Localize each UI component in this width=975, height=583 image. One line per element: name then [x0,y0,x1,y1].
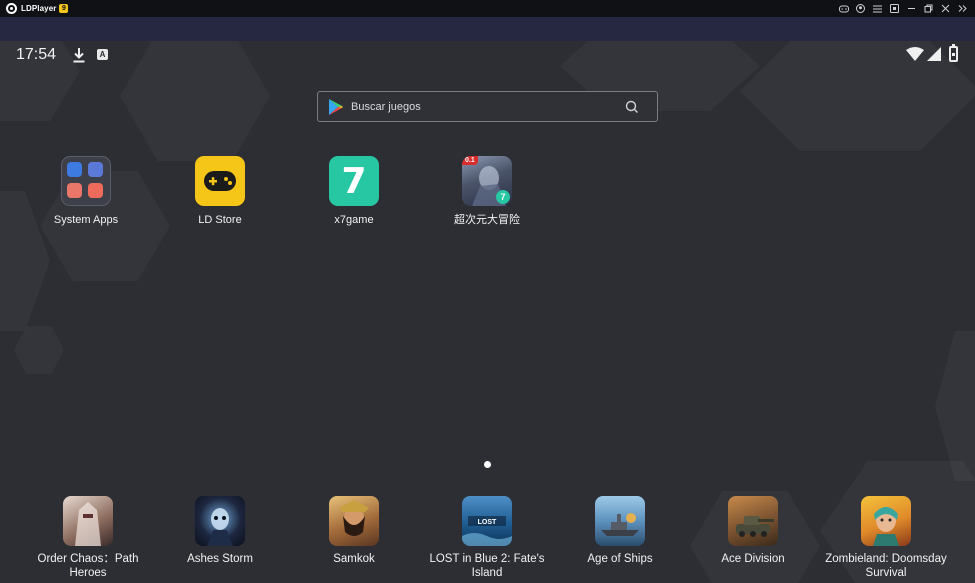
play-store-icon [329,98,343,115]
dock-app-ace-division[interactable]: Ace Division [688,496,818,566]
app-label: x7game [334,214,374,226]
label-line1: Age of Ships [587,553,653,565]
ashes-storm-icon [195,496,245,546]
label-line2: Survival [865,567,907,579]
dock-app-ashes-storm[interactable]: Ashes Storm [155,496,285,566]
wifi-icon [906,47,924,61]
version-badge: 9 [59,4,69,13]
background-hexagon [14,326,64,374]
menu-icon[interactable] [869,0,886,17]
x7-corner-badge: 7 [496,190,510,204]
dock-app-lost-in-blue-2[interactable]: LOST LOST in Blue 2: Fate's Island [422,496,552,580]
android-home-screen: 17:54 A Buscar juegos System Apps LD Sto… [0,41,975,583]
gamepad-icon [204,171,236,191]
gallery-mini-icon [67,183,82,198]
app-label: LOST in Blue 2: Fate's Island [422,552,552,580]
screen-record-icon[interactable] [886,0,903,17]
notification-a-icon: A [97,49,108,60]
badge-label: 0.1 [462,156,478,165]
app-label: System Apps [53,214,119,226]
gamepad-icon[interactable] [835,0,852,17]
settings-mini-icon [67,162,82,177]
battery-icon [949,44,958,62]
close-icon[interactable] [937,0,954,17]
dock-app-order-chaos[interactable]: Order Chaos：Path Heroes [23,496,153,580]
x7game-icon: 7 [329,156,379,206]
samkok-icon [329,496,379,546]
window-titlebar: LDPlayer 9 [0,0,975,17]
label-line1: Ace Division [721,553,785,565]
label-line2: Island [471,567,503,579]
label-line1: Zombieland: Doomsday [825,553,947,565]
search-bar[interactable]: Buscar juegos [317,91,658,122]
dock-app-zombieland[interactable]: Zombieland: Doomsday Survival [821,496,951,580]
game-art-icon: 0.1 7 [462,156,512,206]
order-chaos-icon [63,496,113,546]
app-label: 超次元大冒险 [454,214,520,226]
svg-text:LOST: LOST [478,519,497,526]
search-input[interactable]: Buscar juegos [351,101,421,113]
dock-app-samkok[interactable]: Samkok [289,496,419,566]
age-of-ships-icon [595,496,645,546]
app-title: LDPlayer [21,4,57,13]
app-label: LD Store [198,214,242,226]
app-label: Zombieland: Doomsday Survival [821,552,951,580]
zombieland-icon [861,496,911,546]
label-line1: Ashes Storm [187,553,253,565]
files-mini-icon [88,183,103,198]
background-hexagon [935,331,975,481]
app-x7game[interactable]: 7 x7game [299,156,409,227]
signal-icon [927,47,941,61]
page-indicator-dot [484,461,491,468]
dock-app-age-of-ships[interactable]: Age of Ships [555,496,685,566]
status-bar: 17:54 A [0,41,975,71]
search-icon[interactable] [625,100,639,114]
system-apps-folder-icon [61,156,111,206]
app-logo: LDPlayer 9 [6,3,69,14]
user-circle-icon[interactable] [852,0,869,17]
app-system-apps[interactable]: System Apps [31,156,141,227]
label-line2: Heroes [69,567,107,579]
app-chaoci-yuan[interactable]: 0.1 7 超次元大冒险 [432,156,542,227]
app-ld-store[interactable]: LD Store [165,156,275,227]
label-line1: Order Chaos：Path [37,553,139,565]
ld-store-icon [195,156,245,206]
app-label: Ashes Storm [155,552,285,566]
emulator-toolbar [0,17,975,41]
minimize-icon[interactable] [903,0,920,17]
ace-division-icon [728,496,778,546]
label-line1: LOST in Blue 2: Fate's [429,553,545,565]
app-label: Age of Ships [555,552,685,566]
restore-icon[interactable] [920,0,937,17]
expand-sidebar-icon[interactable] [954,0,971,17]
label-line1: Samkok [333,553,375,565]
app-label: Ace Division [688,552,818,566]
ldplayer-logo-icon [6,3,17,14]
status-clock: 17:54 [16,46,57,63]
lost-in-blue-icon: LOST [462,496,512,546]
app-label: Samkok [289,552,419,566]
download-icon [73,48,85,63]
window-controls [835,0,971,17]
app-label: Order Chaos：Path Heroes [23,552,153,580]
browser-mini-icon [88,162,103,177]
